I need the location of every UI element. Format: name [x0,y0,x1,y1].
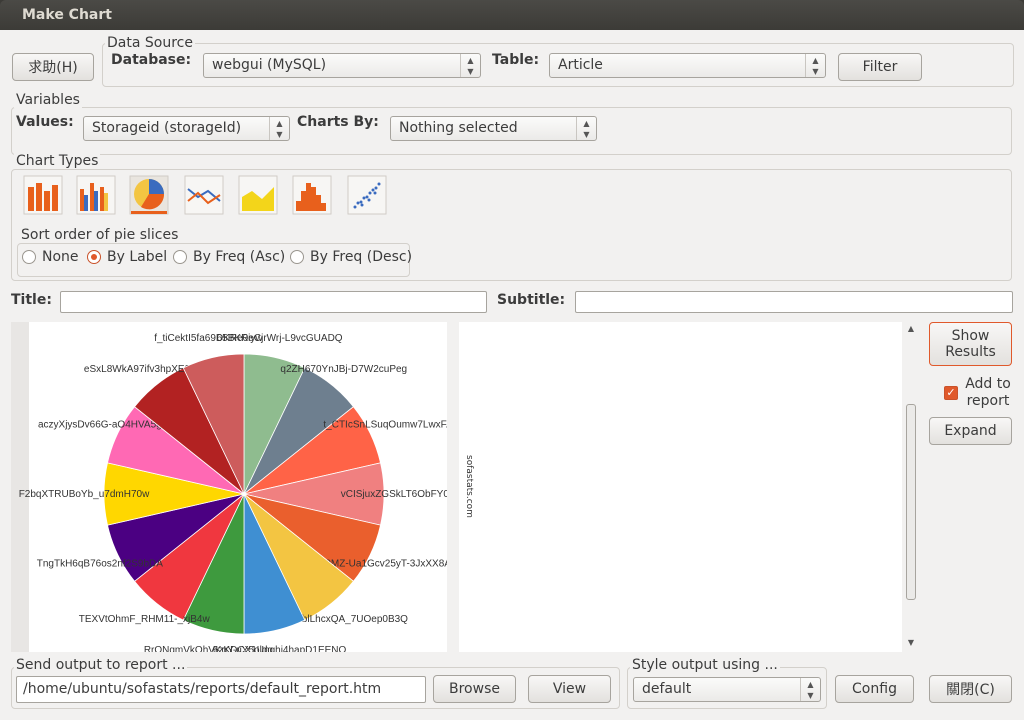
radio-circle-selected [87,250,101,264]
spin-arrows-icon: ▲ ▼ [460,54,480,77]
radio-by-label-label: By Label [107,249,168,265]
pie-slice-label: 0MZ-Ua1Gcv25yT-3JxXX8A [325,558,447,569]
style-value: default [642,681,692,697]
results-scrollbar[interactable]: ▲ ▼ [904,322,918,652]
style-legend: Style output using ... [630,657,780,673]
style-select[interactable]: default ▲ ▼ [633,677,821,702]
histogram-icon[interactable] [292,175,332,215]
clustered-bar-chart-icon[interactable] [76,175,116,215]
chart-preview: 65BKReCjrWrj-L9vcGUADQ q2ZH670YnJBj-D7W2c… [11,322,447,652]
show-results-label: Show Results [945,328,996,360]
config-button[interactable]: Config [835,675,914,703]
pie-chart-icon[interactable] [129,175,169,215]
pie-slice-label: RrQNqmVkQhVKqY-uY5oldg [144,645,273,652]
title-input[interactable] [60,291,487,313]
sort-order-legend: Sort order of pie slices [19,227,181,243]
values-select[interactable]: Storageid (storageId) ▲ ▼ [83,116,290,141]
pie-slice-label: TEXVtOhmF_RHM11-_xjB4w [79,614,211,625]
subtitle-input[interactable] [575,291,1013,313]
subtitle-label: Subtitle: [497,292,566,308]
output-path-input[interactable]: /home/ubuntu/sofastats/reports/default_r… [16,676,426,703]
window-title: Make Chart [0,0,1024,30]
database-value: webgui (MySQL) [212,57,327,73]
pie-slice-label: t_CTIcSnLSuqOumw7LwxFA [323,420,447,431]
pie-slice-label: aczyXjysDv66G-aO4HVA5g [38,420,162,431]
values-label: Values: [16,114,74,130]
output-legend: Send output to report ... [14,657,188,673]
radio-by-label[interactable]: By Label [87,249,167,265]
table-label: Table: [492,52,540,68]
database-label: Database: [111,52,192,68]
chart-types-legend: Chart Types [14,153,101,169]
spin-arrows-icon: ▲ ▼ [576,117,596,140]
data-source-legend: Data Source [105,35,195,51]
charts-by-value: Nothing selected [399,120,518,136]
radio-circle [290,250,304,264]
pie-slice-label: f_tiCektI5fa69DKRe0iyw [154,333,263,344]
results-panel [459,322,902,652]
radio-circle [22,250,36,264]
scatterplot-icon[interactable] [347,175,387,215]
pie-chart: 65BKReCjrWrj-L9vcGUADQq2ZH670YnJBj-D7W2c… [19,333,447,652]
bar-chart-icon[interactable] [23,175,63,215]
charts-by-label: Charts By: [297,114,379,130]
pie-slice-label: F2bqXTRUBoYb_u7dmH70w [19,489,150,500]
close-button[interactable]: 關閉(C) [929,675,1012,703]
spin-arrows-icon: ▲ ▼ [800,678,820,701]
pie-slice-label: vCISjuxZGSkLT6ObFY0Ubg [341,489,447,500]
add-to-report-label: Add to report [965,376,1011,409]
show-results-button[interactable]: Show Results [929,322,1012,366]
area-chart-icon[interactable] [238,175,278,215]
checkbox-checked-icon: ✓ [944,386,958,400]
table-value: Article [558,57,603,73]
variables-legend: Variables [14,92,82,108]
radio-none-label: None [42,249,79,265]
title-label: Title: [11,292,52,308]
browse-button[interactable]: Browse [433,675,516,703]
spin-arrows-icon: ▲ ▼ [805,54,825,77]
scroll-thumb[interactable] [906,404,916,600]
radio-circle [173,250,187,264]
charts-by-select[interactable]: Nothing selected ▲ ▼ [390,116,597,141]
expand-button[interactable]: Expand [929,417,1012,445]
database-select[interactable]: webgui (MySQL) ▲ ▼ [203,53,481,78]
help-button[interactable]: 求助(H) [12,53,94,81]
radio-by-freq-desc-label: By Freq (Desc) [310,249,413,265]
spin-arrows-icon: ▲ ▼ [269,117,289,140]
values-value: Storageid (storageId) [92,120,242,136]
view-button[interactable]: View [528,675,611,703]
pie-slice-label: q2ZH670YnJBj-D7W2cuPeg [280,364,407,375]
filter-button[interactable]: Filter [838,53,922,81]
main-window: 求助(H) Data Source Database: webgui (MySQ… [0,30,1024,720]
scroll-up-icon[interactable]: ▲ [904,324,918,333]
scroll-down-icon[interactable]: ▼ [904,638,918,647]
line-chart-icon[interactable] [184,175,224,215]
radio-by-freq-desc[interactable]: By Freq (Desc) [290,249,412,265]
radio-by-freq-asc[interactable]: By Freq (Asc) [173,249,285,265]
pie-slice-label: TngTkH6qB76os2nf2S9bDA [37,558,164,569]
table-select[interactable]: Article ▲ ▼ [549,53,826,78]
watermark-text: sofastats.com [464,455,474,518]
add-to-report-checkbox[interactable]: ✓ Add to report [944,376,1016,410]
radio-by-freq-asc-label: By Freq (Asc) [193,249,286,265]
radio-none[interactable]: None [22,249,79,265]
